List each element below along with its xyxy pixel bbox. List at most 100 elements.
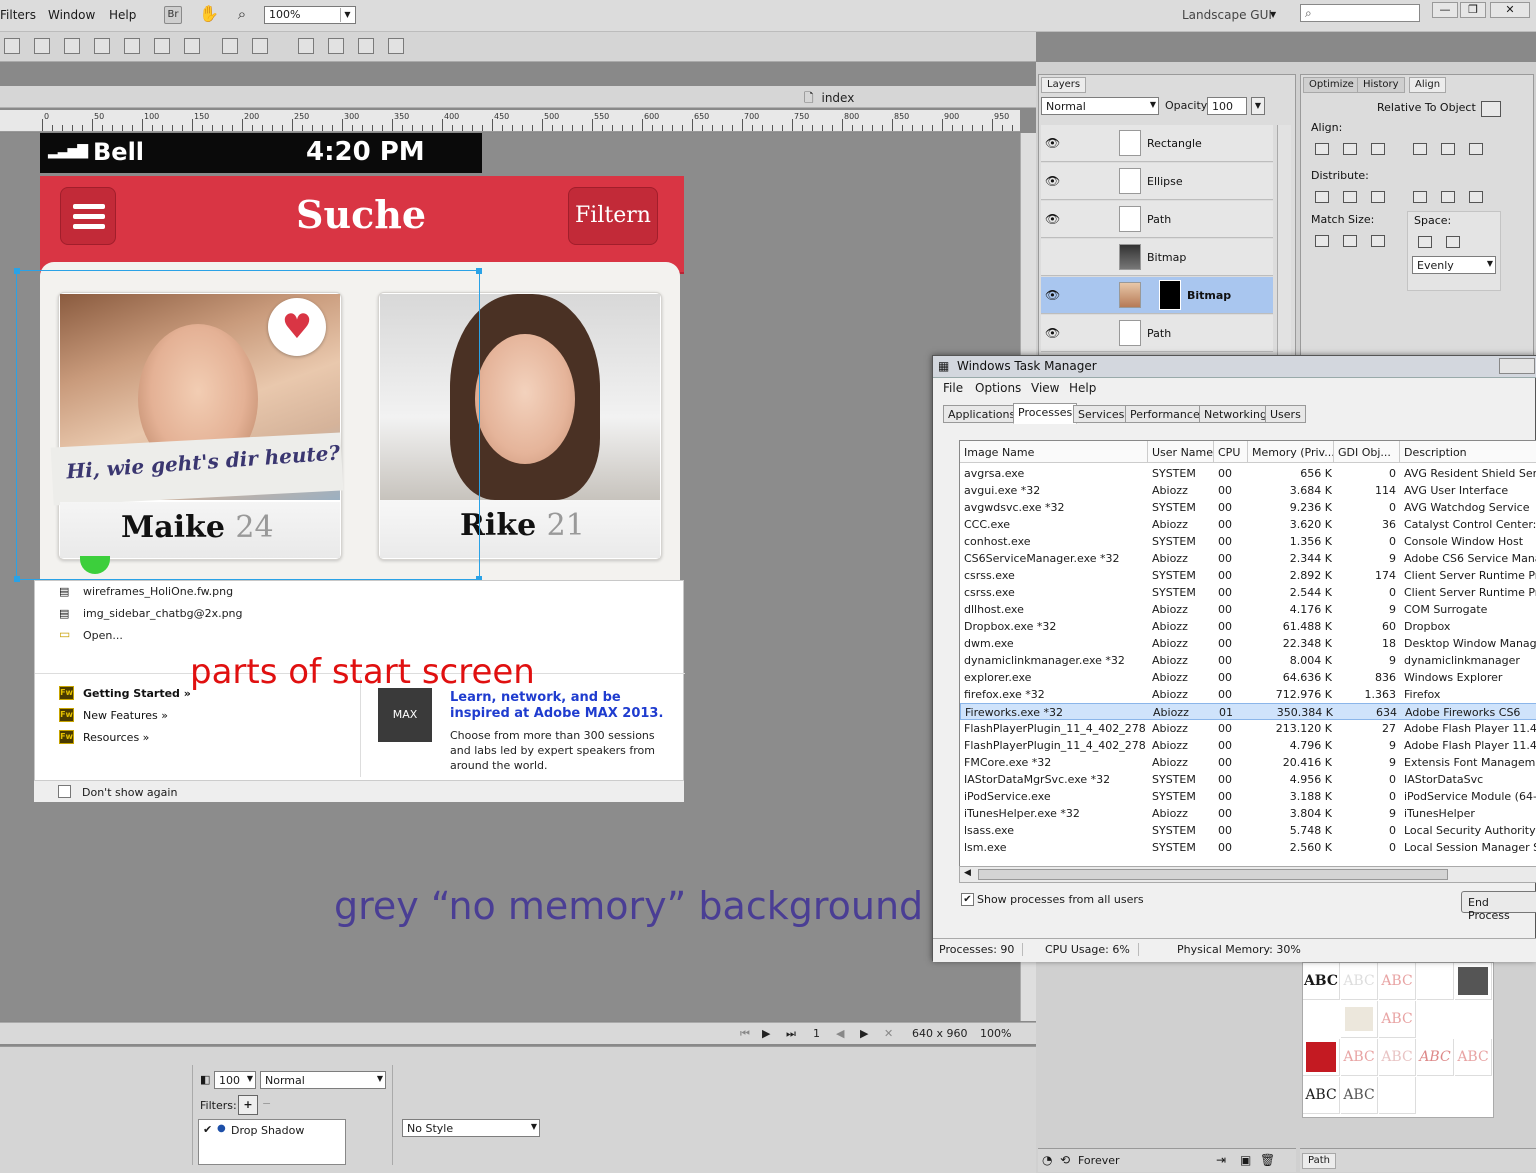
layer-row[interactable]: 👁 Rectangle bbox=[1041, 125, 1273, 162]
last-frame-icon[interactable]: ⏭ bbox=[786, 1027, 796, 1041]
tab-history[interactable]: History bbox=[1357, 77, 1405, 93]
style-swatch[interactable] bbox=[1379, 1077, 1416, 1114]
style-swatch[interactable]: ABC bbox=[1303, 963, 1340, 1000]
table-row[interactable]: firefox.exe *32 Abiozz 00 712.976 K 1.363 Fir… bbox=[960, 686, 1536, 703]
flip-horizontal-icon[interactable] bbox=[358, 38, 374, 54]
dont-show-checkbox[interactable] bbox=[58, 785, 71, 798]
tab-align[interactable]: Align bbox=[1409, 77, 1447, 93]
style-swatch[interactable]: ABC bbox=[1379, 1039, 1416, 1076]
remove-filter-button[interactable]: − bbox=[262, 1097, 271, 1110]
blend-mode-select[interactable]: Normal ▼ bbox=[260, 1071, 386, 1089]
eye-icon[interactable]: 👁 bbox=[1045, 288, 1060, 302]
style-swatch[interactable]: ABC bbox=[1379, 1001, 1416, 1038]
table-row[interactable]: dynamiclinkmanager.exe *32 Abiozz 00 8.004 … bbox=[960, 652, 1536, 669]
match-height-icon[interactable] bbox=[1343, 235, 1357, 247]
tab-services[interactable]: Services bbox=[1073, 405, 1130, 423]
eye-icon[interactable]: 👁 bbox=[1045, 212, 1060, 226]
join-icon[interactable] bbox=[64, 38, 80, 54]
align-right-icon[interactable] bbox=[1371, 143, 1385, 155]
tab-performance[interactable]: Performance bbox=[1125, 405, 1205, 423]
send-backward-icon[interactable] bbox=[184, 38, 200, 54]
space-vertical-icon[interactable] bbox=[1418, 236, 1432, 248]
table-row[interactable]: explorer.exe Abiozz 00 64.636 K 836 Windows E… bbox=[960, 669, 1536, 686]
close-button[interactable]: ✕ bbox=[1490, 2, 1530, 18]
match-both-icon[interactable] bbox=[1371, 235, 1385, 247]
menu-window[interactable]: Window bbox=[48, 8, 95, 22]
add-filter-button[interactable]: + bbox=[238, 1095, 258, 1115]
table-row[interactable]: lsm.exe SYSTEM 00 2.560 K 0 Local Session Man… bbox=[960, 839, 1536, 856]
table-row[interactable]: avgrsa.exe SYSTEM 00 656 K 0 AVG Resident Shi… bbox=[960, 465, 1536, 482]
layer-row[interactable]: 👁 Path bbox=[1041, 315, 1273, 352]
menu-view[interactable]: View bbox=[1031, 381, 1059, 395]
column-header-memory[interactable]: Memory (Priv... bbox=[1248, 441, 1334, 463]
next-page-icon[interactable]: ▶ bbox=[860, 1027, 868, 1040]
bring-forward-icon[interactable] bbox=[154, 38, 170, 54]
split-icon[interactable] bbox=[94, 38, 110, 54]
resize-handle[interactable] bbox=[14, 268, 20, 274]
chevron-down-icon[interactable]: ▼ bbox=[1251, 97, 1265, 115]
align-middle-icon[interactable] bbox=[1441, 143, 1455, 155]
end-process-button[interactable]: End Process bbox=[1461, 891, 1536, 922]
column-header-gdi-objects[interactable]: GDI Obj... bbox=[1334, 441, 1400, 463]
space-mode-select[interactable]: Evenly ▼ bbox=[1412, 256, 1496, 274]
resources-link[interactable]: Resources » bbox=[83, 731, 149, 744]
space-horizontal-icon[interactable] bbox=[1446, 236, 1460, 248]
distribute-to-states-icon[interactable]: ⇥ bbox=[1216, 1153, 1226, 1167]
table-row[interactable]: iPodService.exe SYSTEM 00 3.188 K 0 iPodServi… bbox=[960, 788, 1536, 805]
table-row[interactable]: Fireworks.exe *32 Abiozz 01 350.384 K 634 Ado… bbox=[960, 703, 1536, 720]
style-swatch[interactable] bbox=[1455, 963, 1492, 1000]
opacity-input[interactable]: 100 ▼ bbox=[214, 1071, 256, 1089]
minimize-button[interactable] bbox=[1499, 358, 1535, 374]
zoom-tool-icon[interactable]: ⌕ bbox=[233, 6, 251, 24]
menu-options[interactable]: Options bbox=[975, 381, 1021, 395]
hand-tool-icon[interactable]: ✋ bbox=[199, 6, 219, 24]
rotate-right-icon[interactable] bbox=[328, 38, 344, 54]
style-swatch[interactable] bbox=[1417, 963, 1454, 1000]
status-zoom[interactable]: 100% bbox=[980, 1027, 1011, 1040]
table-row[interactable]: iTunesHelper.exe *32 Abiozz 00 3.804 K 9 iTun… bbox=[960, 805, 1536, 822]
align-icon[interactable] bbox=[252, 38, 268, 54]
menu-filters[interactable]: Filters bbox=[0, 8, 36, 22]
restore-button[interactable]: ❐ bbox=[1460, 2, 1486, 18]
layer-row[interactable]: Bitmap bbox=[1041, 239, 1273, 276]
play-icon[interactable]: ▶ bbox=[762, 1027, 770, 1040]
column-header-image-name[interactable]: Image Name bbox=[960, 441, 1148, 463]
style-swatch[interactable]: ABC bbox=[1455, 1039, 1492, 1076]
match-width-icon[interactable] bbox=[1315, 235, 1329, 247]
info-icon[interactable]: ● bbox=[217, 1123, 226, 1134]
table-row[interactable]: FMCore.exe *32 Abiozz 00 20.416 K 9 Extensis … bbox=[960, 754, 1536, 771]
distribute-middle-icon[interactable] bbox=[1343, 191, 1357, 203]
getting-started-link[interactable]: Getting Started » bbox=[83, 687, 191, 700]
distribute-right-icon[interactable] bbox=[1469, 191, 1483, 203]
new-state-icon[interactable]: ▣ bbox=[1240, 1153, 1251, 1167]
distribute-left-icon[interactable] bbox=[1413, 191, 1427, 203]
style-swatch[interactable]: ABC bbox=[1341, 963, 1378, 1000]
flip-vertical-icon[interactable] bbox=[388, 38, 404, 54]
table-row[interactable]: FlashPlayerPlugin_11_4_402_278.... Abiozz… bbox=[960, 720, 1536, 737]
layer-row[interactable]: 👁 Ellipse bbox=[1041, 163, 1273, 200]
column-header-user-name[interactable]: User Name bbox=[1148, 441, 1214, 463]
table-row[interactable]: CCC.exe Abiozz 00 3.620 K 36 Catalyst Control… bbox=[960, 516, 1536, 533]
tab-users[interactable]: Users bbox=[1265, 405, 1306, 423]
align-center-icon[interactable] bbox=[1343, 143, 1357, 155]
bridge-icon[interactable]: Br bbox=[164, 6, 182, 24]
document-tab[interactable]: 🗋 index bbox=[804, 89, 854, 110]
layer-opacity-input[interactable]: 100 bbox=[1207, 97, 1247, 115]
tab-layers[interactable]: Layers bbox=[1041, 77, 1087, 93]
close-icon[interactable]: ✕ bbox=[884, 1027, 893, 1040]
layer-row[interactable]: 👁 Bitmap bbox=[1041, 277, 1273, 314]
tab-applications[interactable]: Applications bbox=[943, 405, 1021, 423]
previous-page-icon[interactable]: ◀ bbox=[836, 1027, 844, 1040]
zoom-select[interactable]: 100% ▼ bbox=[264, 6, 356, 24]
send-to-back-icon[interactable] bbox=[222, 38, 238, 54]
eye-icon[interactable]: 👁 bbox=[1045, 136, 1060, 150]
search-input[interactable]: ⌕ bbox=[1300, 4, 1420, 22]
table-row[interactable]: csrss.exe SYSTEM 00 2.892 K 174 Client Server… bbox=[960, 567, 1536, 584]
column-header-description[interactable]: Description bbox=[1400, 441, 1536, 463]
eye-icon[interactable]: 👁 bbox=[1045, 326, 1060, 340]
style-swatch[interactable]: ABC bbox=[1379, 963, 1416, 1000]
bring-to-front-icon[interactable] bbox=[124, 38, 140, 54]
layer-row[interactable]: 👁 Path bbox=[1041, 201, 1273, 238]
tab-path[interactable]: Path bbox=[1302, 1153, 1336, 1169]
table-row[interactable]: conhost.exe SYSTEM 00 1.356 K 0 Console Windo… bbox=[960, 533, 1536, 550]
